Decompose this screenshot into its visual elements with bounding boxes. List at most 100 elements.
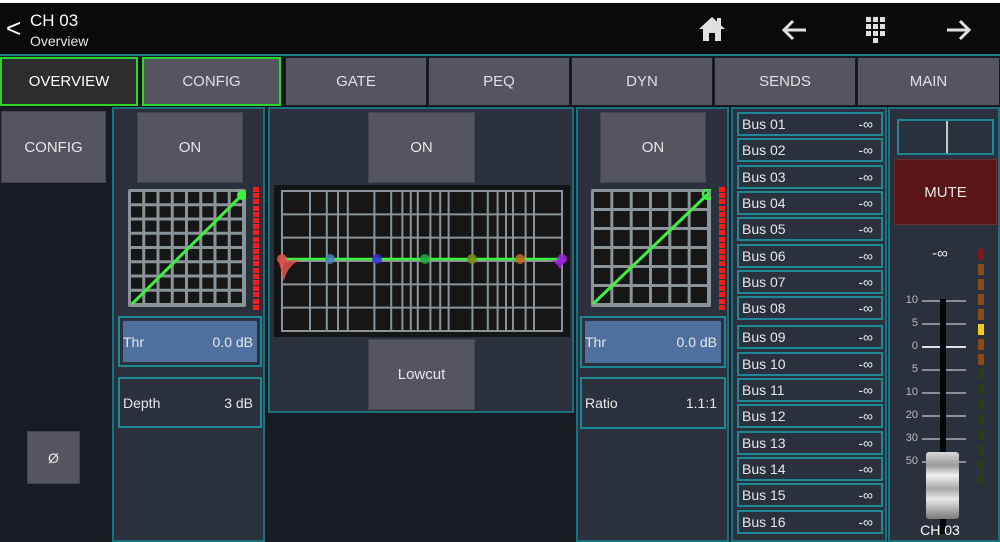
gate-on-button[interactable]: ON <box>137 112 243 183</box>
send-row[interactable]: Bus 01 -∞ <box>737 112 883 136</box>
send-row[interactable]: Bus 11 -∞ <box>737 378 883 402</box>
tab-gate[interactable]: GATE <box>285 57 427 106</box>
send-label: Bus 09 <box>742 329 786 346</box>
grid-cell <box>202 277 214 289</box>
grid-cell <box>202 263 214 275</box>
send-row[interactable]: Bus 02 -∞ <box>737 138 883 163</box>
grid-cell <box>173 263 185 275</box>
back-button[interactable]: < <box>6 15 21 41</box>
send-label: Bus 13 <box>742 434 786 451</box>
meter-segment <box>719 193 725 199</box>
tab-peq[interactable]: PEQ <box>428 57 570 106</box>
grid-cell <box>159 192 171 204</box>
grid-cell <box>594 211 611 227</box>
grid-cell <box>613 287 630 303</box>
tab-overview[interactable]: OVERVIEW <box>0 57 138 106</box>
grid-cell <box>173 234 185 246</box>
send-row[interactable]: Bus 04 -∞ <box>737 190 883 215</box>
lowcut-button[interactable]: Lowcut <box>368 339 475 410</box>
dyn-curve <box>591 187 715 306</box>
tab-config[interactable]: CONFIG <box>142 57 281 106</box>
grid-cell <box>145 249 157 261</box>
grid-cell <box>690 192 707 208</box>
send-row[interactable]: Bus 16 -∞ <box>737 509 883 534</box>
dyn-graph[interactable] <box>591 187 715 307</box>
fader-knob[interactable] <box>926 452 959 519</box>
phase-invert-button[interactable]: Ø <box>27 431 80 484</box>
pan-control[interactable] <box>897 119 994 155</box>
grid-cell <box>652 211 669 227</box>
grid-cell <box>145 220 157 232</box>
top-bar: < CH 03 Overview <box>0 0 1000 56</box>
dyn-ratio-label: Ratio <box>585 395 618 411</box>
peq-graph[interactable] <box>274 185 570 337</box>
grid-cell <box>173 291 185 303</box>
send-row[interactable]: Bus 09 -∞ <box>737 325 883 350</box>
meter-segment <box>253 280 259 285</box>
grid-cell <box>230 234 242 246</box>
meter-segment <box>719 224 725 230</box>
grid-cell <box>159 291 171 303</box>
home-button[interactable] <box>697 14 727 49</box>
gate-threshold-field[interactable]: Thr 0.0 dB <box>118 316 262 367</box>
send-row[interactable]: Bus 03 -∞ <box>737 164 883 189</box>
home-icon <box>699 17 725 41</box>
send-label: Bus 04 <box>742 194 786 211</box>
grid-cell <box>690 268 707 284</box>
gate-depth-value: 3 dB <box>224 394 253 411</box>
send-row[interactable]: Bus 14 -∞ <box>737 456 883 481</box>
grid-cell <box>594 230 611 246</box>
send-row[interactable]: Bus 08 -∞ <box>737 296 883 321</box>
next-channel-button[interactable] <box>943 15 973 50</box>
gate-graph[interactable] <box>128 189 247 307</box>
config-button[interactable]: CONFIG <box>1 111 106 183</box>
meter-segment <box>719 211 725 217</box>
grid-cell <box>671 192 688 208</box>
grid-cell <box>188 206 200 218</box>
send-row[interactable]: Bus 10 -∞ <box>737 351 883 376</box>
send-row[interactable]: Bus 05 -∞ <box>737 217 883 242</box>
send-row[interactable]: Bus 13 -∞ <box>737 430 883 455</box>
fader-scale-label: 10 <box>905 386 918 398</box>
grid-cell <box>173 277 185 289</box>
grid-cell <box>173 220 185 232</box>
send-row[interactable]: Bus 06 -∞ <box>737 243 883 268</box>
meter-segment <box>719 273 725 279</box>
meter-segment <box>253 199 259 205</box>
gate-depth-field[interactable]: Depth 3 dB <box>118 377 262 428</box>
channel-grid-button[interactable] <box>864 15 890 50</box>
meter-segment <box>719 292 725 298</box>
grid-cell <box>632 192 649 208</box>
dyn-on-button[interactable]: ON <box>600 112 706 183</box>
meter-segment <box>253 255 259 261</box>
send-value: -∞ <box>858 300 873 317</box>
send-row[interactable]: Bus 12 -∞ <box>737 404 883 429</box>
main-meter-segment <box>978 354 984 365</box>
grid-cell <box>202 192 214 204</box>
previous-channel-button[interactable] <box>780 15 810 50</box>
grid-cell <box>131 192 143 204</box>
dyn-ratio-field[interactable]: Ratio 1.1:1 <box>580 377 726 429</box>
tab-bar: OVERVIEW CONFIG GATE PEQ DYN SENDS MAIN <box>0 57 1000 107</box>
grid-cell <box>632 287 649 303</box>
grid-cell <box>594 192 611 208</box>
tab-dyn[interactable]: DYN <box>571 57 713 106</box>
meter-segment <box>719 199 725 205</box>
tab-main[interactable]: MAIN <box>857 57 1000 106</box>
dyn-threshold-field[interactable]: Thr 0.0 dB <box>580 316 726 368</box>
send-value: -∞ <box>858 434 873 451</box>
peq-band-handle <box>325 254 335 264</box>
grid-cell <box>652 192 669 208</box>
send-row[interactable]: Bus 15 -∞ <box>737 483 883 508</box>
send-row[interactable]: Bus 07 -∞ <box>737 269 883 294</box>
send-label: Bus 07 <box>742 273 786 290</box>
meter-segment <box>253 187 259 192</box>
main-meter-segment <box>978 294 984 305</box>
tab-sends[interactable]: SENDS <box>714 57 856 106</box>
grid-cell <box>145 192 157 204</box>
mute-button[interactable]: MUTE <box>894 159 997 225</box>
fader-scale-label: 5 <box>911 317 918 329</box>
send-value: -∞ <box>858 168 873 185</box>
main-meter-segment <box>978 444 984 455</box>
peq-on-button[interactable]: ON <box>368 112 475 183</box>
